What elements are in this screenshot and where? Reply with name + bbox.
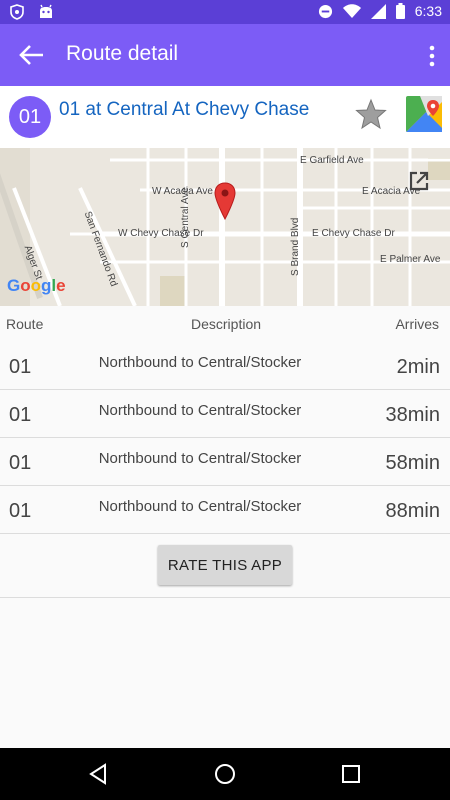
google-maps-icon[interactable] [406,96,442,132]
map-label: E Chevy Chase Dr [312,228,395,239]
google-logo: Google [7,276,66,295]
map-roads [0,148,450,306]
row-description: Northbound to Central/Stocker [98,450,302,467]
header-description: Description [191,316,262,332]
row-arrives: 38min [385,404,440,426]
stop-header: 01 01 at Central At Chevy Chase [0,86,450,148]
favorite-star-icon[interactable] [355,98,387,130]
map-view[interactable]: E Garfield Ave W Acacia Ave E Acacia Ave… [0,148,450,306]
status-bar: 6:33 [0,0,450,24]
rate-area: RATE THIS APP [0,533,450,598]
row-description: Northbound to Central/Stocker [98,498,302,515]
row-arrives: 88min [385,500,440,522]
system-nav-bar [0,748,450,800]
arrivals-list: 01 Northbound to Central/Stocker 2min 01… [0,342,450,534]
table-row[interactable]: 01 Northbound to Central/Stocker 58min [0,438,450,486]
table-header: Route Description Arrives [0,306,450,342]
header-route: Route [6,316,44,332]
table-row[interactable]: 01 Northbound to Central/Stocker 38min [0,390,450,438]
open-external-icon[interactable] [408,170,430,192]
table-row[interactable]: 01 Northbound to Central/Stocker 2min [0,342,450,390]
nav-recents-icon[interactable] [339,762,363,786]
rate-app-button[interactable]: RATE THIS APP [158,545,292,585]
route-badge: 01 [9,96,51,138]
back-arrow-icon[interactable] [18,44,44,66]
row-description: Northbound to Central/Stocker [98,354,302,371]
do-not-disturb-icon [318,4,332,18]
page-title: Route detail [66,42,179,65]
shield-icon [10,4,24,20]
row-arrives: 58min [385,452,440,474]
header-arrives: Arrives [395,316,439,332]
status-time: 6:33 [414,3,442,19]
stop-name: 01 at Central At Chevy Chase [59,99,310,120]
signal-icon [370,3,386,19]
more-options-icon[interactable] [428,45,436,67]
row-arrives: 2min [396,356,440,378]
row-description: Northbound to Central/Stocker [98,402,302,419]
map-label: E Palmer Ave [380,254,441,265]
battery-icon [395,3,405,19]
nav-home-icon[interactable] [213,762,237,786]
map-marker-icon[interactable] [214,182,236,220]
table-row[interactable]: 01 Northbound to Central/Stocker 88min [0,486,450,534]
map-label: E Garfield Ave [300,155,364,166]
android-icon [40,4,52,18]
map-label: S Central Ave [180,187,191,248]
app-bar: Route detail [0,24,450,86]
wifi-icon [342,3,361,18]
nav-back-icon[interactable] [86,762,110,786]
map-label: S Brand Blvd [290,217,301,276]
